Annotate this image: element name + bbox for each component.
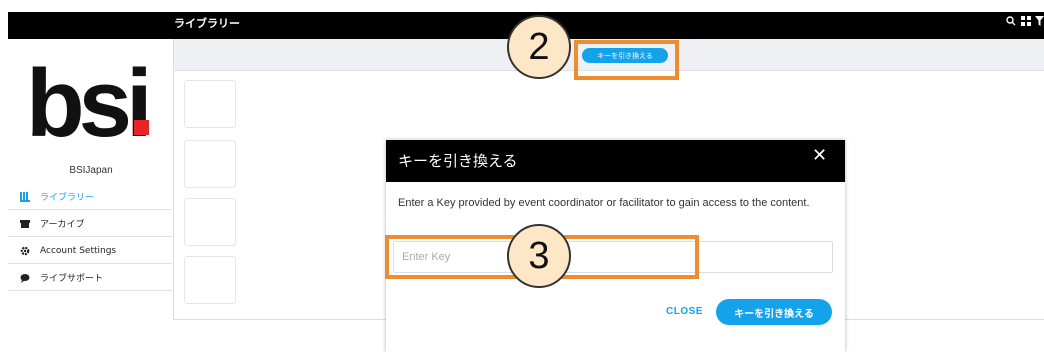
- sidebar-item-label: ライブサポート: [40, 274, 104, 284]
- gear-icon: [20, 246, 30, 256]
- bsi-logo: bsi: [22, 50, 162, 157]
- archive-icon: [20, 219, 30, 229]
- content-card-placeholder: [184, 256, 236, 304]
- sidebar-item-library[interactable]: ライブラリー: [8, 184, 172, 210]
- step-badge-2: 2: [507, 15, 571, 79]
- content-card-placeholder: [184, 198, 236, 246]
- content-card-placeholder: [184, 140, 236, 188]
- svg-text:bsi: bsi: [26, 50, 147, 140]
- sidebar-item-label: ライブラリー: [40, 193, 95, 203]
- filter-icon[interactable]: [1035, 16, 1044, 29]
- grid-icon[interactable]: [1021, 16, 1031, 29]
- dialog-title: キーを引き換える: [398, 152, 518, 170]
- sidebar-item-label: Account Settings: [40, 245, 117, 256]
- sidebar-item-account-settings[interactable]: Account Settings: [8, 238, 172, 264]
- page-title: ライブラリー: [174, 17, 240, 30]
- content-card-placeholder: [184, 80, 236, 128]
- close-icon[interactable]: ✕: [812, 145, 827, 166]
- highlight-box-step2: [574, 40, 679, 80]
- search-icon[interactable]: [1006, 16, 1016, 29]
- sidebar-item-label: アーカイブ: [40, 220, 85, 230]
- chat-icon: [20, 273, 30, 283]
- redeem-button[interactable]: キーを引き換える: [716, 299, 832, 325]
- close-button[interactable]: CLOSE: [666, 306, 703, 317]
- dialog-description: Enter a Key provided by event coordinato…: [398, 197, 810, 209]
- sidebar-item-archive[interactable]: アーカイブ: [8, 211, 172, 237]
- library-icon: [20, 191, 30, 202]
- step-badge-3: 3: [507, 224, 571, 288]
- org-name: BSIJapan: [69, 165, 113, 176]
- sidebar-item-live-support[interactable]: ライブサポート: [8, 265, 172, 291]
